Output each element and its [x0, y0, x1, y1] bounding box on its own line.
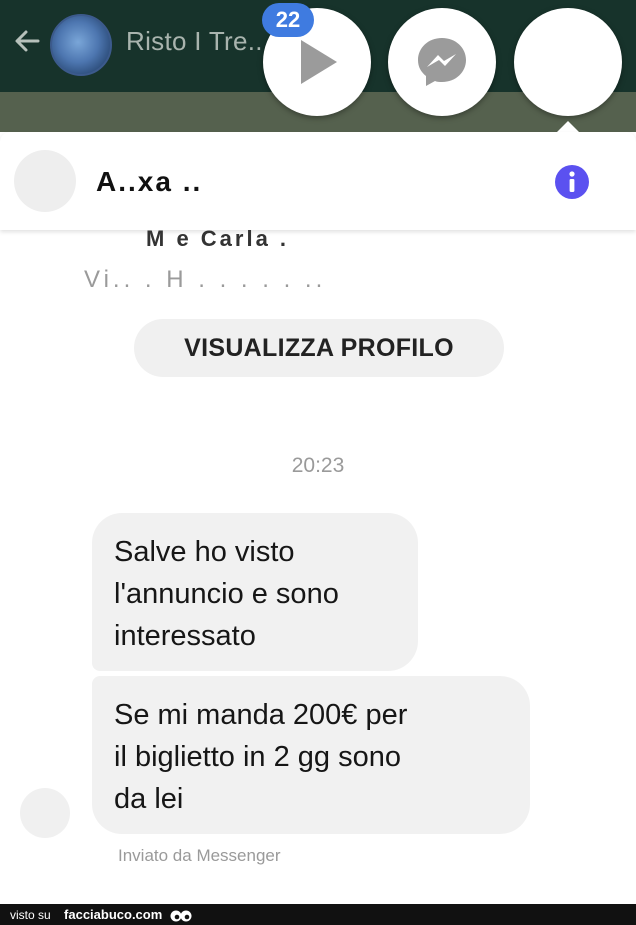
message-line: l'annuncio e sono — [114, 578, 339, 610]
footer-prefix: visto su — [10, 908, 51, 922]
message-timestamp: 20:23 — [291, 454, 345, 477]
message-line: Se mi manda 200€ per — [114, 699, 408, 731]
group-avatar[interactable] — [50, 14, 112, 76]
watermark-footer: visto su facciabuco.com — [0, 904, 636, 925]
back-arrow-icon[interactable] — [10, 24, 44, 58]
sender-avatar[interactable] — [20, 788, 70, 838]
info-icon[interactable] — [554, 164, 590, 200]
unread-count-badge: 22 — [262, 3, 314, 37]
messenger-panel: A..xa .. M e Carla . Vi.. . H . . . . . … — [0, 132, 636, 904]
play-icon — [301, 40, 337, 84]
message-bubble[interactable]: Salve ho visto l'annuncio e sono interes… — [92, 513, 418, 671]
profile-subtitle: M e Carla . — [146, 226, 290, 251]
message-line: Salve ho visto — [114, 536, 295, 568]
messenger-icon — [418, 38, 466, 86]
footer-brand[interactable]: facciabuco.com — [64, 907, 162, 922]
contact-name[interactable]: A..xa .. — [96, 166, 202, 198]
chat-head-contact[interactable] — [514, 8, 622, 116]
profile-details: Vi.. . H . . . . . .. — [84, 266, 327, 293]
contact-avatar[interactable] — [14, 150, 76, 212]
view-profile-button[interactable]: VISUALIZZA PROFILO — [134, 319, 504, 377]
message-line: il biglietto in 2 gg sono — [114, 741, 401, 773]
message-line: da lei — [114, 783, 184, 815]
message-line: interessato — [114, 620, 256, 652]
chat-head-messenger[interactable] — [388, 8, 496, 116]
background-chat-title: Risto I Tre... — [126, 26, 271, 56]
eyes-icon — [170, 910, 192, 922]
sent-via-label: Inviato da Messenger — [118, 846, 281, 865]
message-bubble[interactable]: Se mi manda 200€ per il biglietto in 2 g… — [92, 676, 530, 834]
conversation-header: A..xa .. — [0, 132, 636, 230]
